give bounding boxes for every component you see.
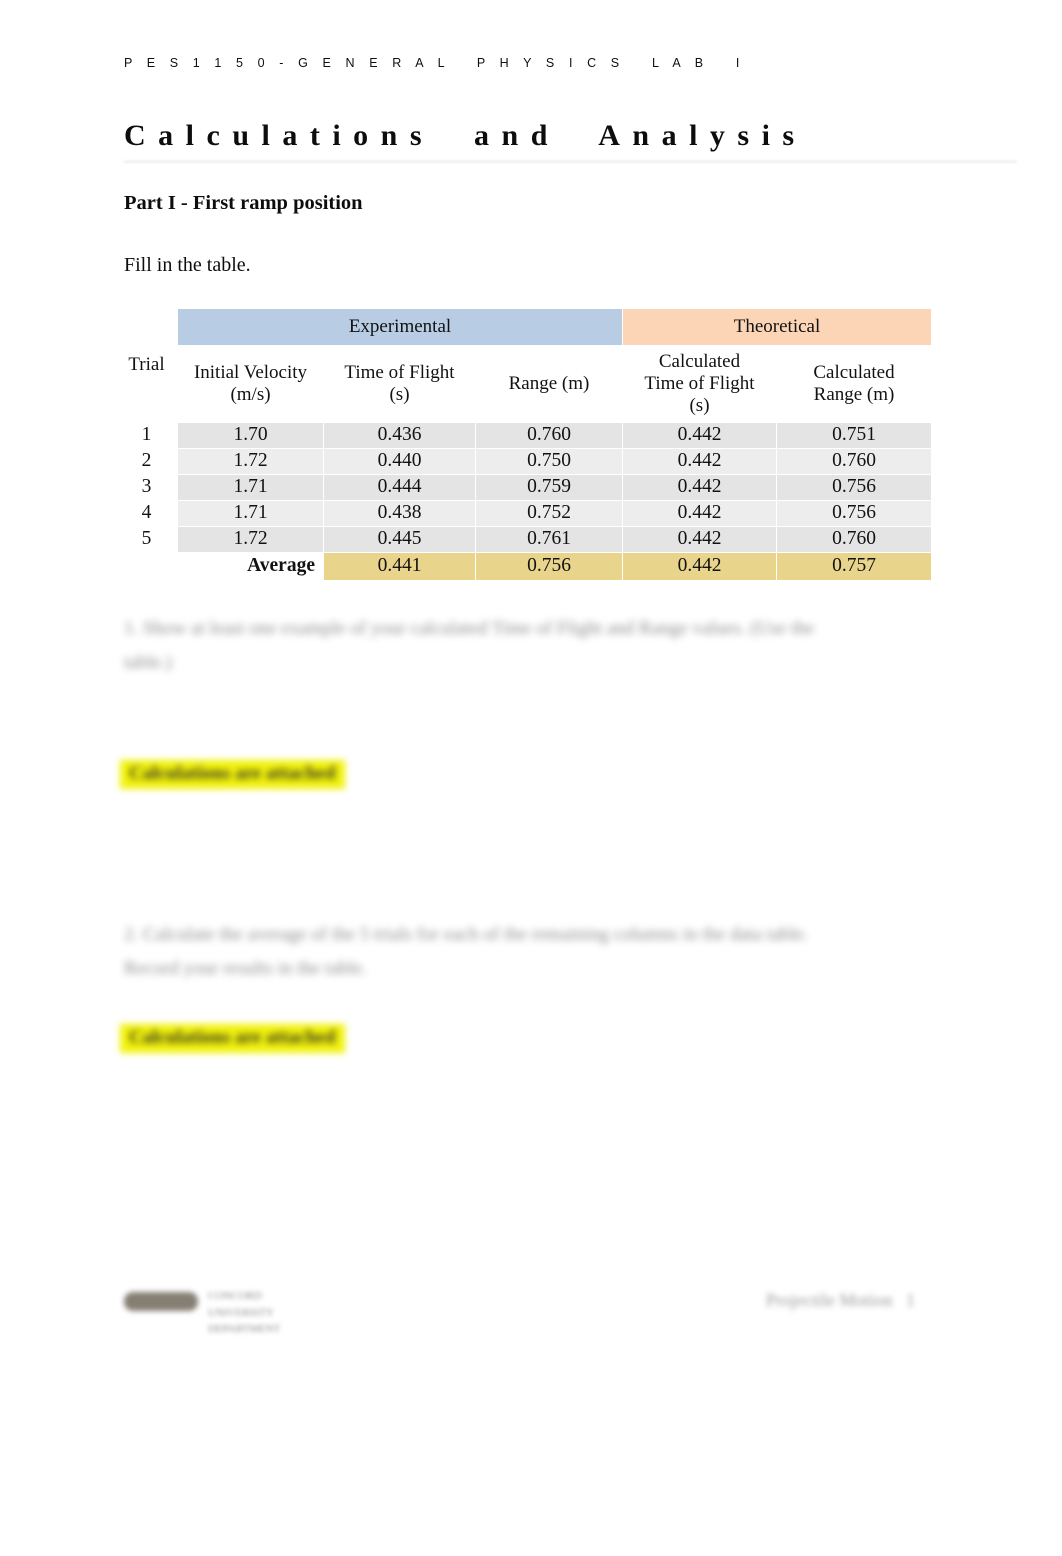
cell-initial-velocity: 1.71 bbox=[177, 474, 324, 501]
cell-calculated-range: 0.760 bbox=[775, 526, 933, 553]
cell-average-label: Average bbox=[177, 552, 324, 581]
table-body: 1 1.70 0.436 0.760 0.442 0.751 2 1.72 0.… bbox=[115, 422, 933, 581]
cell-calculated-time-of-flight: 0.442 bbox=[622, 422, 777, 449]
footer-institution-text: CONCORD UNIVERSITY DEPARTMENT bbox=[208, 1290, 281, 1335]
section-heading: Part I - First ramp position bbox=[124, 192, 363, 214]
column-header-time-of-flight: Time of Flight (s) bbox=[323, 345, 476, 423]
page-title: Calculations and Analysis bbox=[124, 119, 807, 152]
cell-trial: 1 bbox=[115, 422, 178, 449]
cell-calculated-range: 0.751 bbox=[775, 422, 933, 449]
footer-page-label: Projectile Motion 1 bbox=[766, 1290, 915, 1310]
cell-time-of-flight: 0.440 bbox=[323, 448, 476, 475]
question-2-answer-highlight: Calculations are attached bbox=[120, 1024, 345, 1053]
cell-time-of-flight: 0.438 bbox=[323, 500, 476, 527]
cell-average-time-of-flight: 0.441 bbox=[323, 552, 476, 581]
cell-range: 0.759 bbox=[475, 474, 623, 501]
cell-range: 0.761 bbox=[475, 526, 623, 553]
measurements-table: Trial Experimental Theoretical Initial V… bbox=[115, 308, 933, 581]
table-row: 5 1.72 0.445 0.761 0.442 0.760 bbox=[115, 526, 933, 553]
table-average-row: Average 0.441 0.756 0.442 0.757 bbox=[115, 552, 933, 581]
cell-range: 0.750 bbox=[475, 448, 623, 475]
table-row: 1 1.70 0.436 0.760 0.442 0.751 bbox=[115, 422, 933, 449]
cell-calculated-range: 0.756 bbox=[775, 474, 933, 501]
cell-initial-velocity: 1.72 bbox=[177, 526, 324, 553]
document-page: P E S 1 1 5 0 - G E N E R A L P H Y S I … bbox=[0, 0, 1062, 1556]
cell-calculated-time-of-flight: 0.442 bbox=[622, 474, 777, 501]
cell-average-spacer bbox=[115, 552, 178, 581]
cell-time-of-flight: 0.445 bbox=[323, 526, 476, 553]
cell-initial-velocity: 1.72 bbox=[177, 448, 324, 475]
cell-initial-velocity: 1.70 bbox=[177, 422, 324, 449]
cell-calculated-range: 0.756 bbox=[775, 500, 933, 527]
table-row: 2 1.72 0.440 0.750 0.442 0.760 bbox=[115, 448, 933, 475]
data-table-container: Trial Experimental Theoretical Initial V… bbox=[115, 308, 933, 581]
column-header-trial: Trial bbox=[115, 308, 178, 423]
cell-initial-velocity: 1.71 bbox=[177, 500, 324, 527]
cell-time-of-flight: 0.436 bbox=[323, 422, 476, 449]
cell-calculated-time-of-flight: 0.442 bbox=[622, 526, 777, 553]
question-1-answer-highlight: Calculations are attached bbox=[120, 760, 345, 789]
cell-calculated-time-of-flight: 0.442 bbox=[622, 448, 777, 475]
column-header-initial-velocity: Initial Velocity (m/s) bbox=[177, 345, 324, 423]
question-2-text: 2. Calculate the average of the 5 trials… bbox=[124, 924, 809, 979]
title-divider bbox=[124, 160, 1017, 163]
cell-average-calculated-time-of-flight: 0.442 bbox=[622, 552, 777, 581]
intro-instruction: Fill in the table. bbox=[124, 254, 251, 276]
cell-calculated-time-of-flight: 0.442 bbox=[622, 500, 777, 527]
cell-trial: 4 bbox=[115, 500, 178, 527]
question-1-text: 1. Show at least one example of your cal… bbox=[124, 618, 815, 673]
table-row: 4 1.71 0.438 0.752 0.442 0.756 bbox=[115, 500, 933, 527]
table-row: 3 1.71 0.444 0.759 0.442 0.756 bbox=[115, 474, 933, 501]
table-group-header-row: Trial Experimental Theoretical bbox=[115, 308, 933, 423]
cell-trial: 2 bbox=[115, 448, 178, 475]
cell-average-calculated-range: 0.757 bbox=[775, 552, 933, 581]
group-header-experimental: Experimental bbox=[177, 308, 623, 346]
table-column-header-row: Initial Velocity (m/s) Time of Flight (s… bbox=[116, 345, 933, 423]
running-header: P E S 1 1 5 0 - G E N E R A L P H Y S I … bbox=[124, 56, 745, 70]
cell-range: 0.760 bbox=[475, 422, 623, 449]
column-header-calculated-time-of-flight: Calculated Time of Flight (s) bbox=[622, 345, 777, 423]
cell-trial: 5 bbox=[115, 526, 178, 553]
cell-time-of-flight: 0.444 bbox=[323, 474, 476, 501]
footer-logo bbox=[124, 1292, 198, 1311]
cell-calculated-range: 0.760 bbox=[775, 448, 933, 475]
column-header-calculated-range: Calculated Range (m) bbox=[775, 345, 933, 423]
group-header-theoretical: Theoretical bbox=[621, 308, 933, 346]
column-header-range: Range (m) bbox=[475, 345, 623, 423]
cell-range: 0.752 bbox=[475, 500, 623, 527]
cell-trial: 3 bbox=[115, 474, 178, 501]
cell-average-range: 0.756 bbox=[475, 552, 623, 581]
